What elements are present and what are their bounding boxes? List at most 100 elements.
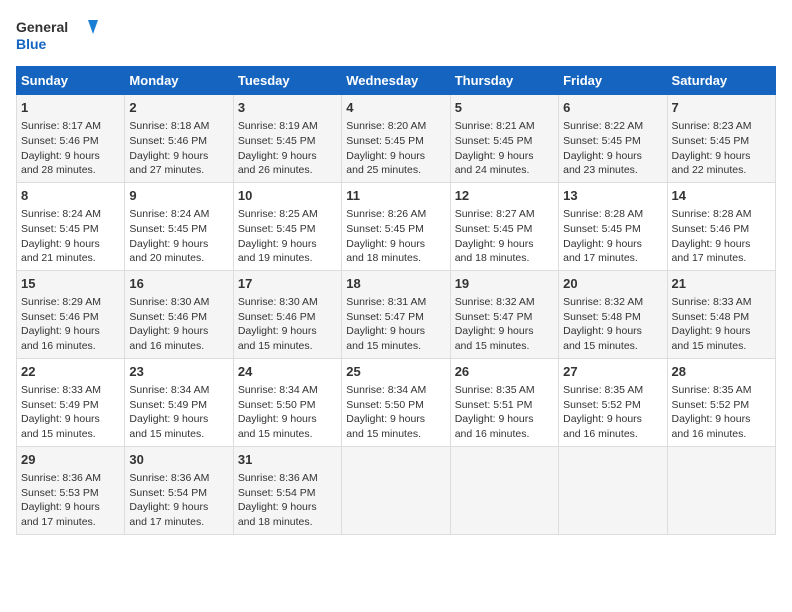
day-number: 27 bbox=[563, 363, 662, 381]
cell-text: Daylight: 9 hours bbox=[129, 324, 228, 339]
cell-text: and 16 minutes. bbox=[455, 427, 554, 442]
cell-text: Sunrise: 8:28 AM bbox=[672, 207, 771, 222]
cell-text: Sunset: 5:46 PM bbox=[21, 134, 120, 149]
calendar-cell: 4Sunrise: 8:20 AMSunset: 5:45 PMDaylight… bbox=[342, 95, 450, 183]
cell-text: Sunrise: 8:19 AM bbox=[238, 119, 337, 134]
cell-text: Sunrise: 8:26 AM bbox=[346, 207, 445, 222]
cell-text: Sunset: 5:45 PM bbox=[455, 222, 554, 237]
day-number: 30 bbox=[129, 451, 228, 469]
cell-text: Daylight: 9 hours bbox=[455, 149, 554, 164]
day-number: 23 bbox=[129, 363, 228, 381]
cell-text: and 21 minutes. bbox=[21, 251, 120, 266]
calendar-cell: 16Sunrise: 8:30 AMSunset: 5:46 PMDayligh… bbox=[125, 270, 233, 358]
cell-text: Sunset: 5:50 PM bbox=[238, 398, 337, 413]
calendar-cell: 24Sunrise: 8:34 AMSunset: 5:50 PMDayligh… bbox=[233, 358, 341, 446]
cell-text: Daylight: 9 hours bbox=[672, 149, 771, 164]
cell-text: and 15 minutes. bbox=[346, 339, 445, 354]
calendar-cell: 12 Sunrise: 8:27 AMSunset: 5:45 PMDayligh… bbox=[450, 182, 558, 270]
logo: General Blue bbox=[16, 16, 106, 58]
cell-text: Sunset: 5:45 PM bbox=[563, 134, 662, 149]
day-number: 15 bbox=[21, 275, 120, 293]
calendar-cell: 17Sunrise: 8:30 AMSunset: 5:46 PMDayligh… bbox=[233, 270, 341, 358]
cell-text: Sunrise: 8:27 AM bbox=[455, 207, 554, 222]
cell-text: Daylight: 9 hours bbox=[346, 149, 445, 164]
cell-text: Sunrise: 8:23 AM bbox=[672, 119, 771, 134]
cell-text: Daylight: 9 hours bbox=[346, 412, 445, 427]
cell-text: Daylight: 9 hours bbox=[455, 412, 554, 427]
day-of-week-header: Tuesday bbox=[233, 67, 341, 95]
day-number: 21 bbox=[672, 275, 771, 293]
cell-text: and 15 minutes. bbox=[238, 427, 337, 442]
cell-text: Sunset: 5:45 PM bbox=[455, 134, 554, 149]
page-header: General Blue bbox=[16, 16, 776, 58]
cell-text: and 20 minutes. bbox=[129, 251, 228, 266]
cell-text: Daylight: 9 hours bbox=[455, 237, 554, 252]
cell-text: Sunrise: 8:35 AM bbox=[672, 383, 771, 398]
calendar-cell: 11Sunrise: 8:26 AMSunset: 5:45 PMDayligh… bbox=[342, 182, 450, 270]
cell-text: and 24 minutes. bbox=[455, 163, 554, 178]
day-number: 29 bbox=[21, 451, 120, 469]
calendar-cell: 7Sunrise: 8:23 AMSunset: 5:45 PMDaylight… bbox=[667, 95, 775, 183]
cell-text: Daylight: 9 hours bbox=[238, 500, 337, 515]
day-number: 31 bbox=[238, 451, 337, 469]
cell-text: Sunset: 5:46 PM bbox=[129, 134, 228, 149]
cell-text: Daylight: 9 hours bbox=[563, 412, 662, 427]
day-number: 1 bbox=[21, 99, 120, 117]
calendar-cell: 25Sunrise: 8:34 AMSunset: 5:50 PMDayligh… bbox=[342, 358, 450, 446]
svg-text:General: General bbox=[16, 19, 68, 35]
cell-text: Sunrise: 8:34 AM bbox=[129, 383, 228, 398]
cell-text: Sunrise: 8:29 AM bbox=[21, 295, 120, 310]
cell-text: Sunset: 5:47 PM bbox=[455, 310, 554, 325]
cell-text: Sunrise: 8:21 AM bbox=[455, 119, 554, 134]
day-number: 12 bbox=[455, 187, 554, 205]
calendar-cell: 29Sunrise: 8:36 AMSunset: 5:53 PMDayligh… bbox=[17, 446, 125, 534]
header-row: SundayMondayTuesdayWednesdayThursdayFrid… bbox=[17, 67, 776, 95]
cell-text: and 22 minutes. bbox=[672, 163, 771, 178]
cell-text: Sunset: 5:45 PM bbox=[563, 222, 662, 237]
cell-text: and 15 minutes. bbox=[21, 427, 120, 442]
cell-text: Sunrise: 8:36 AM bbox=[129, 471, 228, 486]
cell-text: and 27 minutes. bbox=[129, 163, 228, 178]
cell-text: Daylight: 9 hours bbox=[346, 324, 445, 339]
calendar-cell: 5Sunrise: 8:21 AMSunset: 5:45 PMDaylight… bbox=[450, 95, 558, 183]
cell-text: Sunset: 5:49 PM bbox=[21, 398, 120, 413]
cell-text: Daylight: 9 hours bbox=[21, 324, 120, 339]
day-number: 6 bbox=[563, 99, 662, 117]
cell-text: Sunrise: 8:28 AM bbox=[563, 207, 662, 222]
day-number: 19 bbox=[455, 275, 554, 293]
cell-text: and 17 minutes. bbox=[563, 251, 662, 266]
cell-text: Sunrise: 8:36 AM bbox=[21, 471, 120, 486]
cell-text: and 18 minutes. bbox=[346, 251, 445, 266]
cell-text: Sunset: 5:45 PM bbox=[238, 134, 337, 149]
cell-text: Daylight: 9 hours bbox=[238, 412, 337, 427]
cell-text: Daylight: 9 hours bbox=[21, 500, 120, 515]
day-number: 22 bbox=[21, 363, 120, 381]
calendar-cell: 19Sunrise: 8:32 AMSunset: 5:47 PMDayligh… bbox=[450, 270, 558, 358]
calendar-cell: 1Sunrise: 8:17 AMSunset: 5:46 PMDaylight… bbox=[17, 95, 125, 183]
calendar-cell: 8Sunrise: 8:24 AMSunset: 5:45 PMDaylight… bbox=[17, 182, 125, 270]
day-number: 9 bbox=[129, 187, 228, 205]
cell-text: Daylight: 9 hours bbox=[672, 324, 771, 339]
cell-text: Sunrise: 8:32 AM bbox=[455, 295, 554, 310]
calendar-cell: 30Sunrise: 8:36 AMSunset: 5:54 PMDayligh… bbox=[125, 446, 233, 534]
cell-text: Sunrise: 8:22 AM bbox=[563, 119, 662, 134]
cell-text: Daylight: 9 hours bbox=[21, 149, 120, 164]
cell-text: and 15 minutes. bbox=[455, 339, 554, 354]
day-number: 20 bbox=[563, 275, 662, 293]
cell-text: Sunrise: 8:30 AM bbox=[129, 295, 228, 310]
cell-text: Sunrise: 8:24 AM bbox=[129, 207, 228, 222]
cell-text: Daylight: 9 hours bbox=[563, 149, 662, 164]
day-number: 8 bbox=[21, 187, 120, 205]
calendar-cell: 10Sunrise: 8:25 AMSunset: 5:45 PMDayligh… bbox=[233, 182, 341, 270]
cell-text: and 23 minutes. bbox=[563, 163, 662, 178]
cell-text: Sunrise: 8:20 AM bbox=[346, 119, 445, 134]
cell-text: and 28 minutes. bbox=[21, 163, 120, 178]
cell-text: and 19 minutes. bbox=[238, 251, 337, 266]
calendar-cell bbox=[667, 446, 775, 534]
day-number: 26 bbox=[455, 363, 554, 381]
calendar-cell: 9Sunrise: 8:24 AMSunset: 5:45 PMDaylight… bbox=[125, 182, 233, 270]
cell-text: and 15 minutes. bbox=[129, 427, 228, 442]
cell-text: and 15 minutes. bbox=[563, 339, 662, 354]
calendar-cell: 6 Sunrise: 8:22 AMSunset: 5:45 PMDaylight… bbox=[559, 95, 667, 183]
cell-text: Daylight: 9 hours bbox=[563, 237, 662, 252]
